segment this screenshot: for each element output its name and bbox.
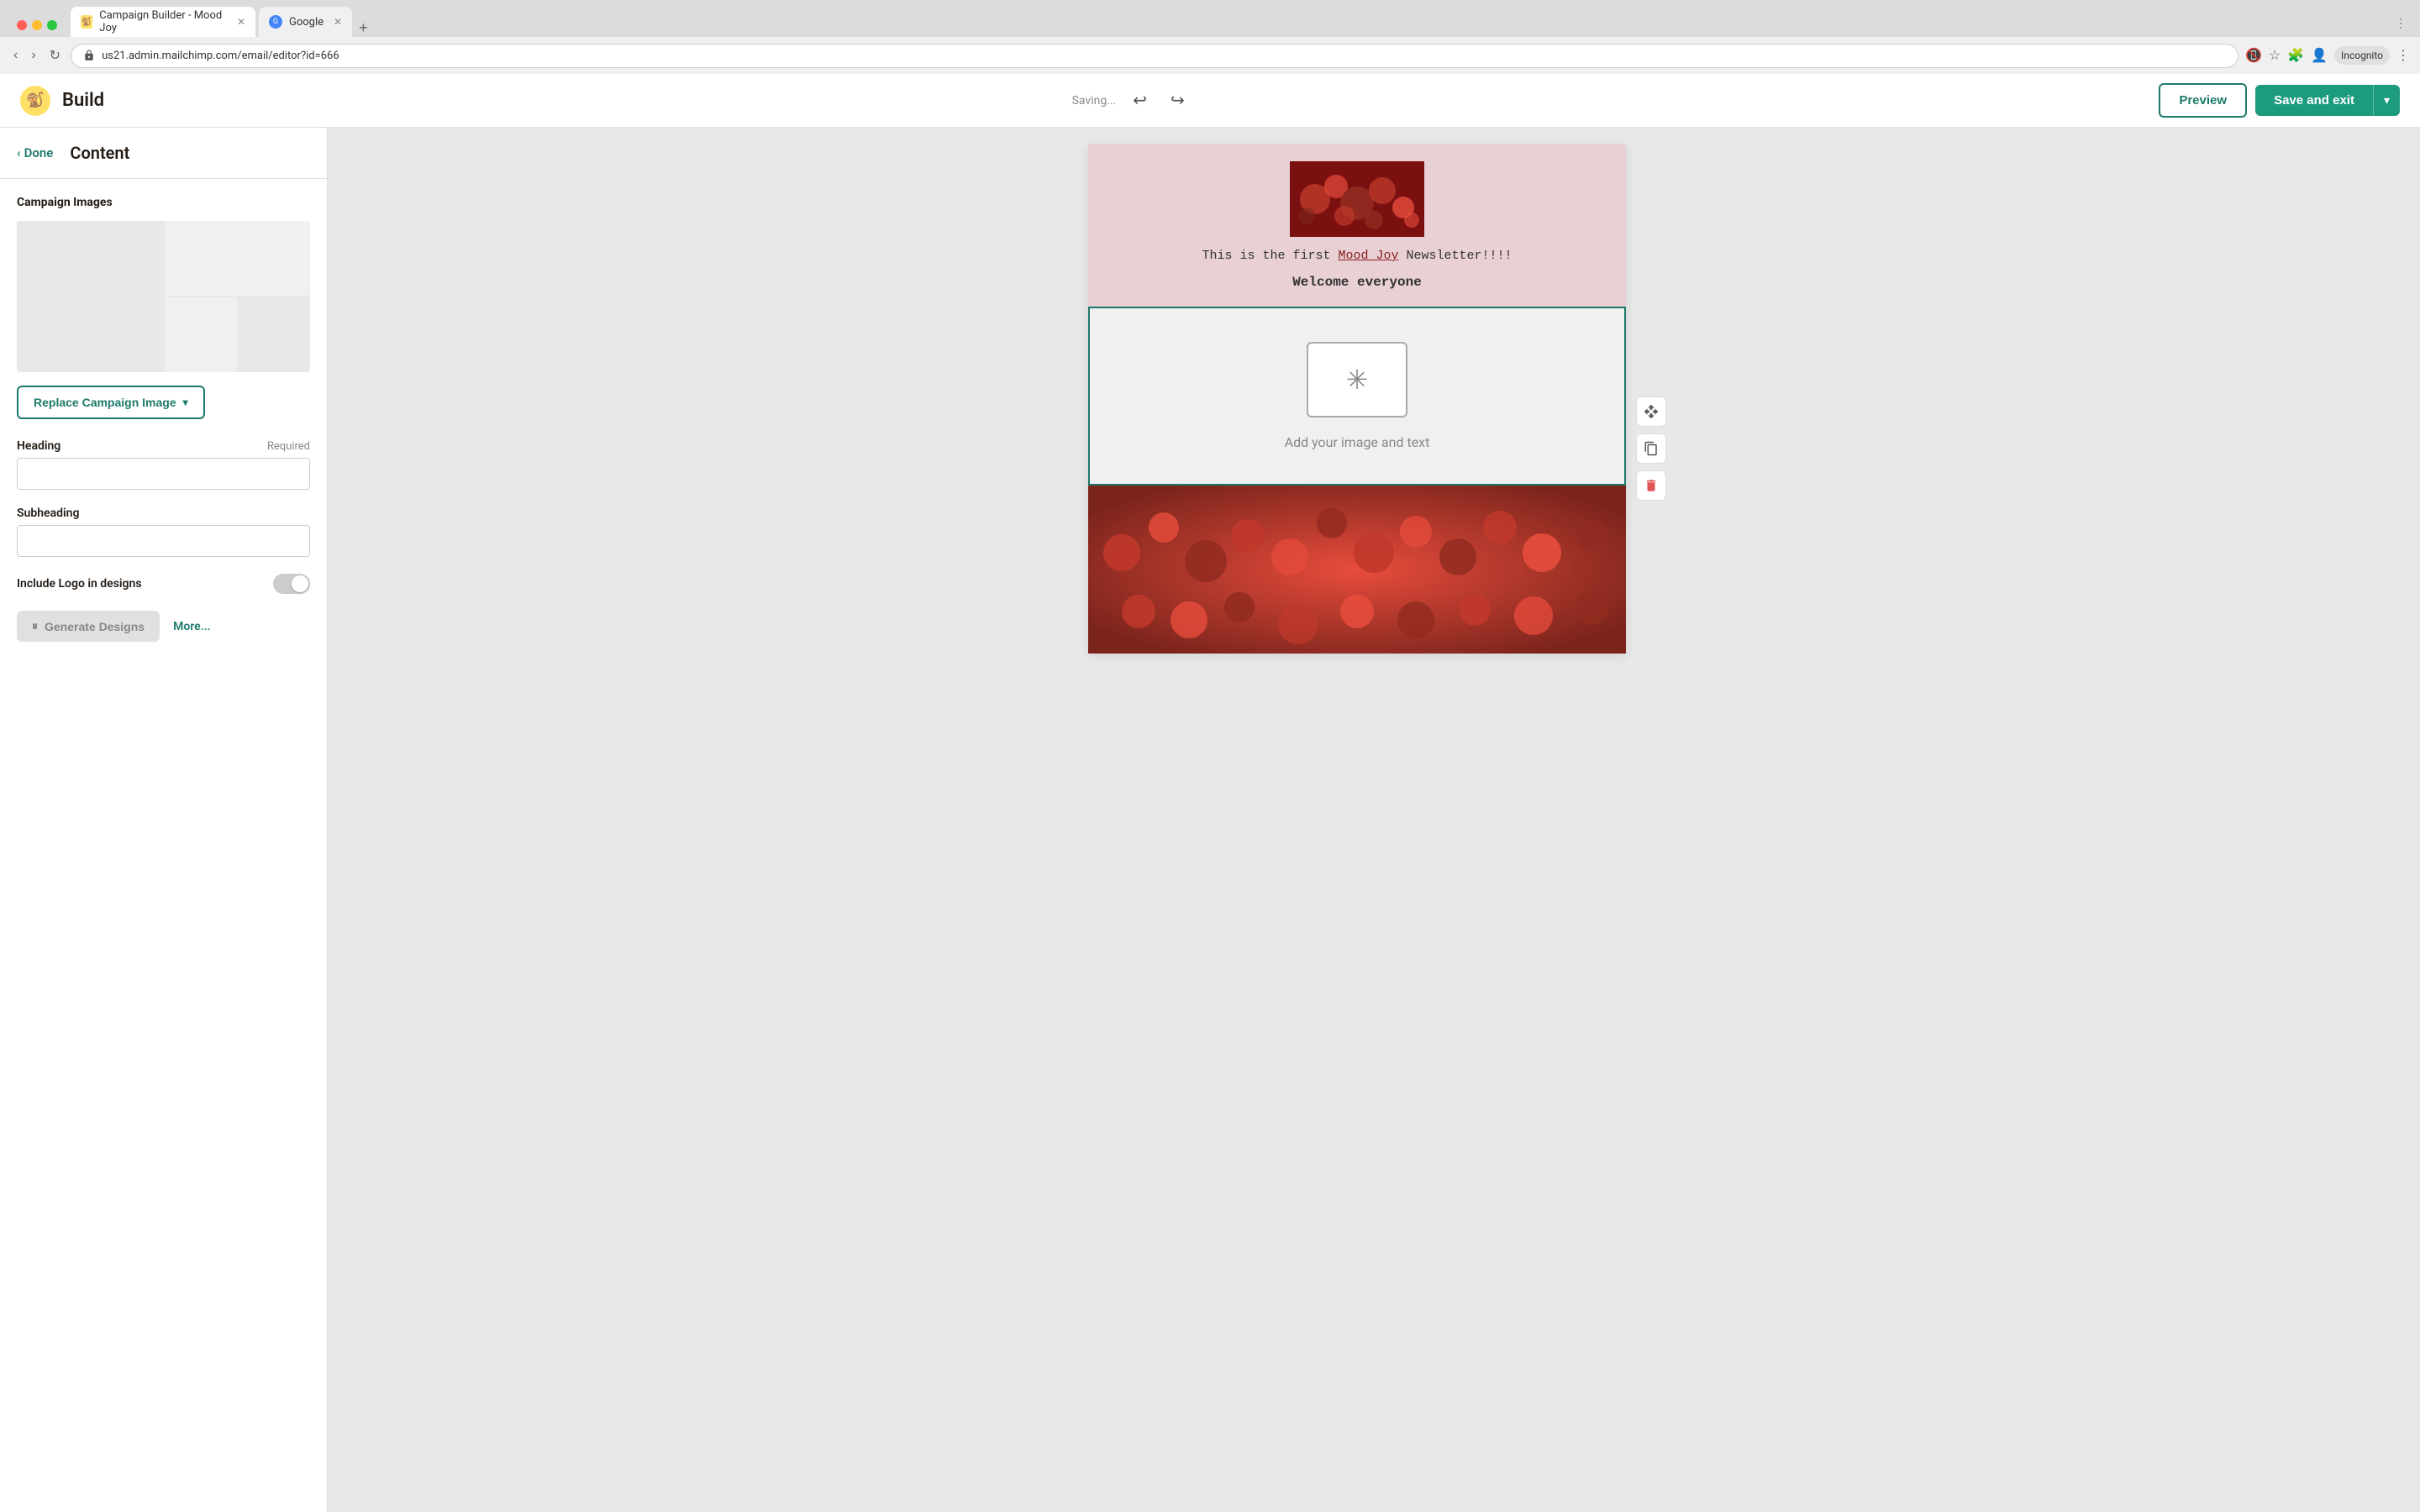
nav-reload-button[interactable]: ↻ [46, 44, 64, 67]
mailchimp-logo: 🐒 [20, 86, 50, 116]
tab-google[interactable]: G Google ✕ [259, 7, 352, 37]
tab-label-campaign: Campaign Builder - Mood Joy [99, 9, 227, 34]
duplicate-button[interactable] [1636, 433, 1666, 464]
image-placeholder-section[interactable]: ✳ Add your image and text [1088, 307, 1626, 486]
done-chevron-icon: ‹ [17, 145, 21, 160]
nav-forward-button[interactable]: › [28, 45, 39, 66]
sidebar: ‹ Done Content Campaign Images Replace C… [0, 128, 328, 1512]
generate-btn-label: Generate Designs [45, 620, 145, 633]
campaign-image-bottom-left [165, 297, 238, 372]
undo-button[interactable]: ↩ [1126, 87, 1154, 114]
lock-icon [83, 50, 95, 61]
placeholder-icon: ✳ [1346, 364, 1369, 396]
heading-label: Heading [17, 439, 60, 453]
move-button[interactable] [1636, 396, 1666, 427]
cast-icon-button[interactable]: 📵 [2245, 47, 2262, 64]
heading-input[interactable] [17, 458, 310, 490]
logo-toggle-row: Include Logo in designs [17, 574, 310, 594]
email-text-2: Welcome everyone [1292, 275, 1422, 290]
delete-icon [1644, 478, 1659, 493]
save-exit-dropdown-button[interactable]: ▾ [2373, 85, 2400, 116]
tab-label-google: Google [289, 16, 324, 29]
tab-favicon-google: G [269, 15, 282, 29]
traffic-light-green[interactable] [47, 20, 57, 30]
campaign-image-bottom-right [237, 297, 310, 372]
nav-back-button[interactable]: ‹ [10, 45, 21, 66]
extensions-icon-button[interactable]: 🧩 [2287, 47, 2304, 64]
address-text: us21.admin.mailchimp.com/email/editor?id… [102, 50, 2226, 62]
replace-btn-label: Replace Campaign Image [34, 396, 176, 409]
flower-header-image [1290, 161, 1424, 237]
generate-designs-button: ⏸ Generate Designs [17, 611, 160, 642]
canvas: This is the first Mood Joy Newsletter!!!… [328, 128, 2420, 1512]
subheading-input[interactable] [17, 525, 310, 557]
generate-btn-icon: ⏸ [32, 619, 38, 633]
flower-field-section [1088, 486, 1626, 654]
new-tab-button[interactable]: + [359, 19, 368, 37]
tab-campaign-builder[interactable]: 🐒 Campaign Builder - Mood Joy ✕ [71, 7, 255, 37]
tab-favicon-mailchimp: 🐒 [81, 15, 92, 29]
placeholder-box: ✳ [1307, 342, 1407, 417]
right-toolbar [1636, 396, 1666, 501]
campaign-images-label: Campaign Images [17, 196, 310, 209]
move-icon [1644, 404, 1659, 419]
replace-campaign-image-button[interactable]: Replace Campaign Image ▾ [17, 386, 205, 419]
tab-close-campaign[interactable]: ✕ [237, 16, 245, 28]
traffic-light-red[interactable] [17, 20, 27, 30]
placeholder-text: Add your image and text [1285, 434, 1430, 450]
delete-button[interactable] [1636, 470, 1666, 501]
profile-icon-button[interactable]: 👤 [2311, 47, 2328, 64]
campaign-image-large [17, 221, 163, 372]
copy-icon [1644, 441, 1659, 456]
preview-button[interactable]: Preview [2159, 83, 2247, 118]
saving-status: Saving... [1072, 94, 1117, 108]
bookmark-icon-button[interactable]: ☆ [2269, 47, 2281, 64]
email-preview: This is the first Mood Joy Newsletter!!!… [1088, 144, 1626, 654]
toggle-knob [292, 575, 308, 592]
done-link[interactable]: ‹ Done [17, 145, 53, 160]
replace-btn-chevron-icon: ▾ [183, 396, 188, 408]
campaign-image-top-right [165, 221, 311, 296]
more-link[interactable]: More... [173, 620, 211, 633]
heading-required-label: Required [267, 440, 310, 453]
flower-svg [1290, 161, 1424, 237]
logo-label: Include Logo in designs [17, 577, 142, 591]
email-text-1: This is the first Mood Joy Newsletter!!!… [1202, 249, 1512, 263]
address-bar[interactable]: us21.admin.mailchimp.com/email/editor?id… [71, 44, 2238, 68]
done-label[interactable]: Done [24, 145, 54, 160]
email-text-1-suffix: Newsletter!!!! [1399, 249, 1512, 263]
mood-joy-link[interactable]: Mood Joy [1338, 249, 1398, 263]
save-exit-group: Save and exit ▾ [2255, 85, 2400, 116]
generate-row: ⏸ Generate Designs More... [17, 611, 310, 642]
tab-close-google[interactable]: ✕ [334, 16, 342, 28]
incognito-label: Incognito [2334, 46, 2390, 65]
redo-button[interactable]: ↪ [1164, 87, 1192, 114]
save-exit-button[interactable]: Save and exit [2255, 85, 2373, 116]
sidebar-header: ‹ Done Content [0, 128, 327, 179]
traffic-light-yellow[interactable] [32, 20, 42, 30]
subheading-label: Subheading [17, 507, 79, 520]
flower-field-svg [1088, 486, 1626, 654]
build-title: Build [62, 90, 104, 111]
email-text-1-prefix: This is the first [1202, 249, 1338, 263]
heading-field-group: Heading Required [17, 439, 310, 490]
sidebar-title: Content [70, 143, 129, 163]
subheading-field-group: Subheading [17, 507, 310, 557]
email-header-section: This is the first Mood Joy Newsletter!!!… [1088, 144, 1626, 307]
top-bar: 🐒 Build Saving... ↩ ↪ Preview Save and e… [0, 74, 2420, 128]
logo-toggle[interactable] [273, 574, 310, 594]
campaign-images-grid [17, 221, 310, 372]
window-menu-icon[interactable]: ⋮ [2388, 10, 2413, 37]
more-options-button[interactable]: ⋮ [2396, 47, 2410, 64]
